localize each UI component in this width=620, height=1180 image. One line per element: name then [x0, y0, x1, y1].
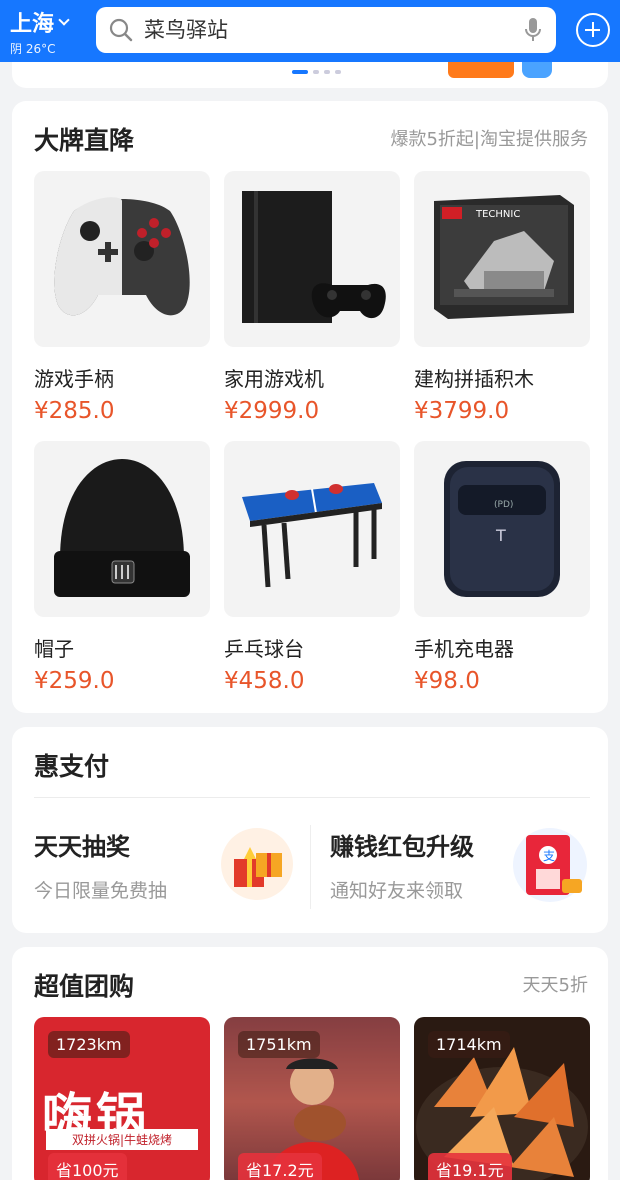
product-name: 游戏手柄 — [34, 367, 114, 391]
savings-badge: 省100元 — [48, 1153, 127, 1180]
product-price: ¥2999.0 — [224, 398, 320, 424]
game-console-image[interactable] — [224, 171, 400, 347]
beanie-hat-image[interactable] — [34, 441, 210, 617]
savings-badge: 省17.2元 — [238, 1153, 322, 1180]
group-deal-card[interactable]: 嗨锅 双拼火锅|牛蛙烧烤 1723km 省100元 — [34, 1017, 210, 1180]
promo-daily-lottery[interactable]: 天天抽奖 今日限量免费抽 — [34, 827, 167, 903]
search-icon — [109, 18, 133, 42]
divider — [34, 797, 590, 798]
section-title: 大牌直降 — [34, 126, 135, 155]
chevron-down-icon[interactable] — [58, 13, 70, 26]
gift-box-icon[interactable] — [220, 827, 294, 901]
product-name: 乒乓球台 — [224, 637, 304, 661]
promo-subtitle: 今日限量免费抽 — [34, 880, 168, 902]
product-name: 手机充电器 — [414, 637, 514, 661]
top-bar: 上海 阴 26°C — [0, 0, 620, 62]
location-selector[interactable]: 上海 阴 26°C — [10, 6, 70, 57]
search-bar[interactable] — [96, 7, 556, 53]
banner-decoration — [438, 62, 568, 80]
distance-badge: 1751km — [238, 1031, 320, 1058]
group-deal-card[interactable]: 1751km 省17.2元 — [224, 1017, 400, 1180]
product-price: ¥98.0 — [414, 668, 480, 694]
shop-sign-subtitle: 双拼火锅|牛蛙烧烤 — [46, 1129, 198, 1150]
product-card[interactable]: 乒乓球台 ¥458.0 — [224, 441, 400, 694]
section-title: 超值团购 — [34, 972, 135, 1001]
group-buying-card: 超值团购 天天5折 嗨锅 双拼火锅|牛蛙烧烤 1723km 省100元 1751… — [12, 947, 608, 1180]
section-title: 惠支付 — [34, 752, 110, 781]
product-card[interactable]: TECHNIC 建构拼插积木 ¥3799.0 — [414, 171, 590, 424]
carousel-indicator — [292, 70, 341, 74]
product-price: ¥3799.0 — [414, 398, 510, 424]
product-name: 帽子 — [34, 637, 74, 661]
product-name: 家用游戏机 — [224, 367, 324, 391]
svg-text:(PD): (PD) — [494, 500, 513, 510]
ping-pong-table-image[interactable] — [224, 441, 400, 617]
product-card[interactable]: 游戏手柄 ¥285.0 — [34, 171, 210, 424]
product-card[interactable]: 帽子 ¥259.0 — [34, 441, 210, 694]
add-icon[interactable] — [576, 13, 610, 47]
promo-title: 天天抽奖 — [34, 833, 130, 861]
phone-charger-image[interactable]: (PD) T — [414, 441, 590, 617]
red-packet-icon[interactable]: 支 — [512, 827, 588, 903]
search-input[interactable] — [144, 18, 504, 42]
brand-discount-card: 大牌直降 爆款5折起|淘宝提供服务 游戏手柄 ¥285.0 家用游戏机 ¥299… — [12, 101, 608, 713]
hui-payment-card: 惠支付 天天抽奖 今日限量免费抽 赚钱红包升级 通知好友来领取 支 — [12, 727, 608, 933]
svg-text:支: 支 — [543, 849, 555, 863]
weather-info: 阴 26°C — [10, 42, 56, 56]
section-subtitle[interactable]: 天天5折 — [523, 971, 588, 997]
product-price: ¥259.0 — [34, 668, 115, 694]
microphone-icon[interactable] — [524, 17, 542, 43]
svg-text:TECHNIC: TECHNIC — [475, 209, 520, 220]
promo-title: 赚钱红包升级 — [330, 833, 474, 861]
product-card[interactable]: 家用游戏机 ¥2999.0 — [224, 171, 400, 424]
product-card[interactable]: (PD) T 手机充电器 ¥98.0 — [414, 441, 590, 694]
gamepad-image[interactable] — [34, 171, 210, 347]
svg-text:T: T — [495, 526, 506, 545]
product-price: ¥285.0 — [34, 398, 115, 424]
promo-subtitle: 通知好友来领取 — [330, 880, 464, 902]
promo-red-packet[interactable]: 赚钱红包升级 通知好友来领取 — [330, 827, 474, 903]
product-name: 建构拼插积木 — [414, 367, 534, 391]
section-subtitle[interactable]: 爆款5折起|淘宝提供服务 — [390, 125, 588, 151]
distance-badge: 1723km — [48, 1031, 130, 1058]
product-price: ¥458.0 — [224, 668, 305, 694]
building-blocks-image[interactable]: TECHNIC — [414, 171, 590, 347]
savings-badge: 省19.1元 — [428, 1153, 512, 1180]
city-name[interactable]: 上海 — [10, 6, 54, 38]
banner-carousel[interactable] — [12, 62, 608, 88]
group-deal-card[interactable]: 1714km 省19.1元 — [414, 1017, 590, 1180]
distance-badge: 1714km — [428, 1031, 510, 1058]
promo-separator — [310, 825, 311, 909]
